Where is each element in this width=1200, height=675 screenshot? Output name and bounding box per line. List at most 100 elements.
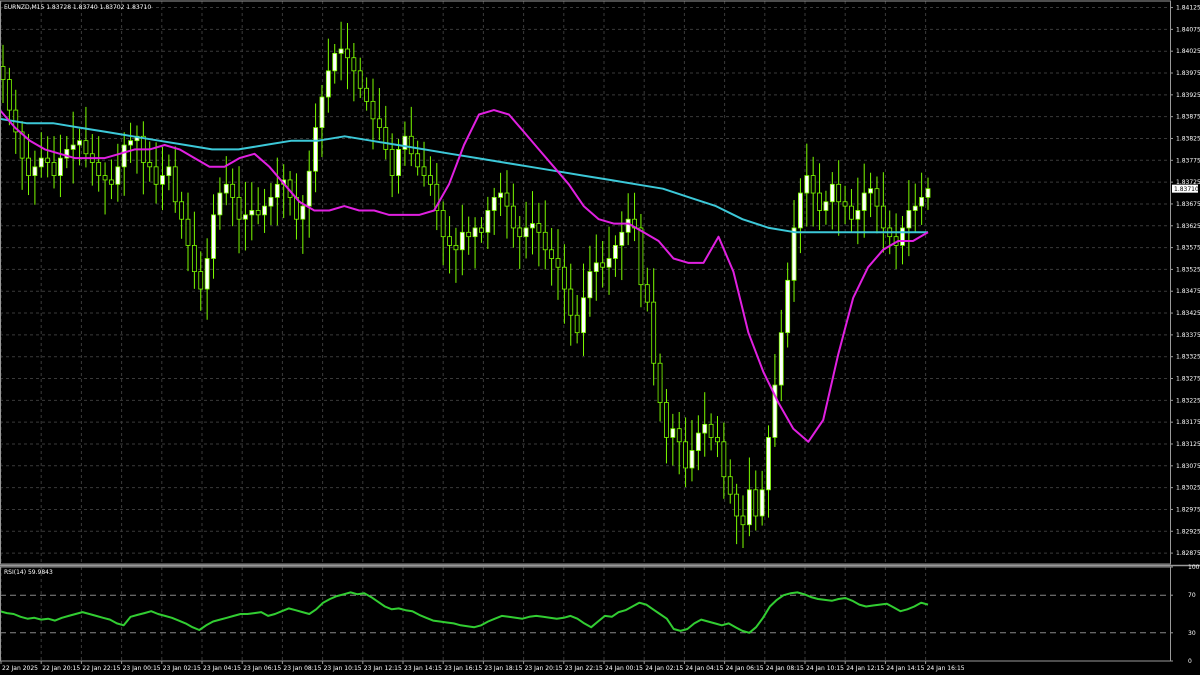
time-tick-label: 24 Jan 12:15 (846, 665, 884, 672)
price-tick-label: 1.83575 (1176, 245, 1200, 252)
candle-body-bear (191, 245, 197, 272)
rsi-tick-label: 70 (1188, 592, 1196, 599)
candle-body-bull (925, 188, 931, 198)
candle-body-bear (376, 118, 382, 128)
current-price-label: 1.83710 (1174, 186, 1199, 193)
candle-body-bull (625, 218, 631, 233)
price-tick-label: 1.82925 (1176, 528, 1200, 535)
candle-body-bull (338, 48, 344, 54)
candle-body-bull (166, 166, 172, 176)
candle-body-bear (651, 301, 657, 364)
candle-body-bear (721, 441, 727, 478)
candle-body-bear (753, 489, 759, 517)
candle-body-bear (453, 245, 459, 251)
candle-body-bear (255, 210, 261, 216)
time-tick-label: 24 Jan 16:15 (927, 665, 965, 672)
price-tick-label: 1.83425 (1176, 310, 1200, 317)
candle-body-bear (817, 192, 822, 211)
time-tick-label: 24 Jan 06:15 (726, 665, 764, 672)
candle-body-bear (109, 179, 114, 185)
rsi-tick-label: 0 (1188, 658, 1192, 665)
candle-body-bull (670, 428, 676, 438)
candle-body-bull (319, 96, 325, 128)
time-tick-label: 23 Jan 10:15 (324, 665, 362, 672)
candle-body-bear (26, 157, 31, 176)
candle-body-bear (734, 493, 740, 517)
candle-body-bear (715, 437, 720, 443)
time-tick-label: 23 Jan 00:15 (123, 665, 161, 672)
time-tick-label: 23 Jan 02:15 (163, 665, 201, 672)
candle-body-bull (523, 227, 529, 238)
price-tick-label: 1.83775 (1176, 157, 1200, 164)
time-tick-label: 24 Jan 08:15 (766, 665, 804, 672)
candle-body-bear (549, 249, 555, 259)
time-tick-label: 23 Jan 16:15 (444, 665, 482, 672)
candle-body-bear (345, 48, 350, 59)
price-tick-label: 1.83125 (1176, 441, 1200, 448)
candle-body-bull (472, 227, 478, 238)
candle-body-bear (408, 135, 414, 155)
time-tick-label: 23 Jan 04:15 (203, 665, 241, 672)
candle-body-bear (708, 423, 714, 438)
chart-canvas: 1.84125 1.84075 1.84025 1.83975 1.83925 1.838… (0, 0, 1200, 675)
candle-body-bull (32, 166, 38, 176)
candle-body-bear (102, 175, 108, 181)
candle-body-bull (160, 175, 165, 185)
price-tick-label: 1.83475 (1176, 288, 1200, 295)
candle-body-bear (236, 196, 242, 220)
time-tick-label: 23 Jan 06:15 (243, 665, 281, 672)
candle-body-bull (766, 437, 771, 491)
candle-body-bear (880, 205, 886, 229)
candle-body-bear (421, 166, 427, 176)
candle-body-bear (440, 210, 446, 238)
candle-body-bear (198, 271, 204, 290)
price-tick-label: 1.83675 (1176, 201, 1200, 208)
price-tick-label: 1.83975 (1176, 70, 1200, 77)
candle-body-bull (702, 423, 708, 434)
candle-body-bull (313, 127, 318, 172)
candle-body-bear (45, 157, 51, 163)
candle-body-bull (906, 210, 912, 229)
candle-body-bull (861, 192, 867, 211)
candle-body-bear (600, 262, 606, 268)
price-tick-label: 1.83375 (1176, 332, 1200, 339)
candle-body-bull (38, 157, 44, 168)
candle-body-bull (798, 192, 803, 229)
candle-body-bull (204, 258, 210, 290)
candle-body-bull (593, 262, 599, 272)
candle-body-bull (855, 210, 861, 220)
price-tick-label: 1.84125 (1176, 5, 1200, 12)
candle-body-bull (274, 183, 280, 198)
rsi-tick-label: 30 (1188, 630, 1196, 637)
candle-body-bear (510, 205, 516, 229)
candle-body-bear (849, 205, 854, 220)
candle-body-bull (587, 271, 593, 299)
candle-body-bear (370, 100, 376, 120)
candle-body-bull (249, 210, 255, 216)
candle-body-bull (211, 214, 216, 259)
candle-body-bear (664, 402, 669, 438)
candle-body-bear (51, 162, 57, 176)
candle-body-bull (498, 192, 503, 198)
candle-body-bull (759, 489, 765, 517)
candle-body-bull (77, 140, 82, 146)
rsi-title: RSI(14) 59.9843 (4, 569, 53, 576)
candle-body-bull (868, 188, 873, 194)
time-tick-label: 23 Jan 22:15 (565, 665, 603, 672)
time-tick-label: 24 Jan 10:15 (806, 665, 844, 672)
candle-body-bear (357, 70, 363, 89)
candle-body-bull (121, 144, 127, 168)
time-tick-label: 24 Jan 02:15 (645, 665, 683, 672)
price-tick-label: 1.83325 (1176, 354, 1200, 361)
chart-background (0, 0, 1200, 675)
candle-body-bear (638, 227, 644, 286)
candle-body-bull (325, 70, 331, 98)
candle-body-bull (791, 227, 797, 281)
candle-body-bear (836, 183, 842, 203)
candle-body-bull (912, 205, 918, 211)
chart-title: EURNZD,M15 1.83728 1.83740 1.83702 1.837… (4, 4, 151, 11)
candle-body-bull (746, 489, 752, 526)
candle-body-bull (919, 196, 925, 207)
candle-body-bear (96, 162, 102, 176)
candle-body-bear (683, 441, 688, 469)
